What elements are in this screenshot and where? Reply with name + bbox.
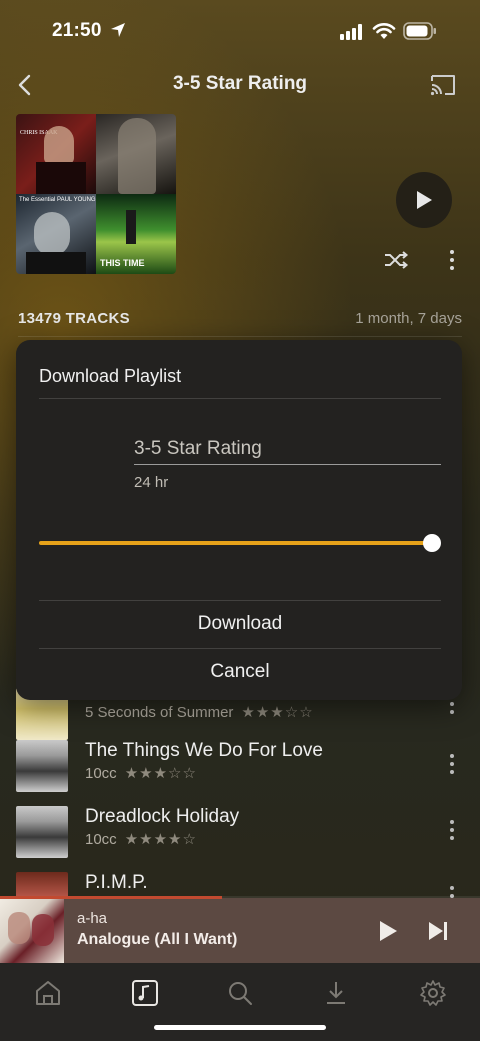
album-art-tile: The Essential PAUL YOUNG bbox=[16, 194, 96, 274]
download-duration-label: 24 hr bbox=[134, 474, 169, 491]
track-artist: 10cc bbox=[85, 830, 117, 848]
track-title: The Things We Do For Love bbox=[85, 740, 323, 761]
wifi-icon bbox=[372, 23, 396, 39]
album-art-tile: THIS TIME bbox=[96, 194, 176, 274]
track-subtitle: 10cc ★★★★☆ bbox=[85, 830, 197, 849]
skip-next-icon[interactable] bbox=[424, 916, 452, 946]
music-library-icon[interactable] bbox=[130, 978, 160, 1008]
home-indicator bbox=[154, 1025, 326, 1030]
now-playing-title: Analogue (All I Want) bbox=[77, 931, 238, 948]
more-options-icon[interactable] bbox=[444, 248, 460, 272]
cellular-signal-icon bbox=[340, 24, 362, 40]
track-row[interactable]: The Things We Do For Love 10cc ★★★☆☆ bbox=[0, 740, 480, 800]
track-subtitle: 5 Seconds of Summer ★★★☆☆ bbox=[85, 703, 314, 722]
track-artist: 10cc bbox=[85, 764, 117, 782]
duration-slider[interactable] bbox=[39, 541, 433, 545]
divider bbox=[18, 336, 462, 337]
divider bbox=[39, 398, 441, 399]
now-playing-artist: a-ha bbox=[77, 910, 108, 927]
cancel-button[interactable]: Cancel bbox=[39, 648, 441, 696]
track-row[interactable]: P.I.M.P. bbox=[0, 872, 480, 898]
track-subtitle: 10cc ★★★☆☆ bbox=[85, 764, 197, 783]
battery-icon bbox=[403, 22, 436, 40]
rating-stars: ★★★☆☆ bbox=[124, 765, 197, 782]
track-artwork bbox=[16, 806, 68, 858]
track-artwork bbox=[16, 872, 68, 898]
slider-thumb[interactable] bbox=[423, 534, 441, 552]
more-options-icon[interactable] bbox=[444, 818, 460, 842]
play-icon bbox=[417, 191, 432, 209]
track-count: 13479 TRACKS bbox=[18, 310, 130, 327]
download-playlist-dialog: Download Playlist 24 hr Download Cancel bbox=[16, 340, 462, 700]
track-artwork bbox=[16, 740, 68, 792]
playback-progress-bar bbox=[0, 896, 222, 899]
settings-gear-icon[interactable] bbox=[418, 978, 448, 1008]
playlist-duration: 1 month, 7 days bbox=[355, 310, 462, 327]
playlist-name-field[interactable] bbox=[134, 438, 440, 460]
mini-player[interactable]: a-ha Analogue (All I Want) bbox=[0, 898, 480, 963]
search-icon[interactable] bbox=[225, 978, 255, 1008]
play-icon[interactable] bbox=[374, 916, 402, 946]
album-art-tile bbox=[96, 114, 176, 194]
rating-stars: ★★★☆☆ bbox=[241, 704, 314, 721]
album-art-text: THIS TIME bbox=[100, 258, 145, 268]
download-icon[interactable] bbox=[321, 978, 351, 1008]
rating-stars: ★★★★☆ bbox=[124, 831, 197, 848]
shuffle-icon[interactable] bbox=[382, 248, 410, 272]
play-button[interactable] bbox=[396, 172, 452, 228]
status-time: 21:50 bbox=[52, 20, 102, 41]
page-title: 3-5 Star Rating bbox=[172, 73, 308, 94]
cast-icon[interactable] bbox=[428, 72, 458, 98]
more-options-icon[interactable] bbox=[444, 752, 460, 776]
track-artist: 5 Seconds of Summer bbox=[85, 703, 234, 721]
track-row[interactable]: Dreadlock Holiday 10cc ★★★★☆ bbox=[0, 806, 480, 866]
album-art-text: The Essential PAUL YOUNG bbox=[19, 197, 96, 203]
album-art-tile: CHRIS ISAAK bbox=[16, 114, 96, 194]
download-button[interactable]: Download bbox=[39, 600, 441, 648]
now-playing-artwork bbox=[0, 898, 64, 963]
dialog-title: Download Playlist bbox=[39, 366, 182, 386]
track-title: P.I.M.P. bbox=[85, 872, 148, 893]
home-icon[interactable] bbox=[33, 978, 63, 1008]
track-title: Dreadlock Holiday bbox=[85, 806, 240, 827]
location-arrow-icon bbox=[111, 23, 125, 37]
input-underline bbox=[134, 464, 441, 465]
playlist-cover-collage: CHRIS ISAAK The Essential PAUL YOUNG THI… bbox=[16, 114, 176, 274]
